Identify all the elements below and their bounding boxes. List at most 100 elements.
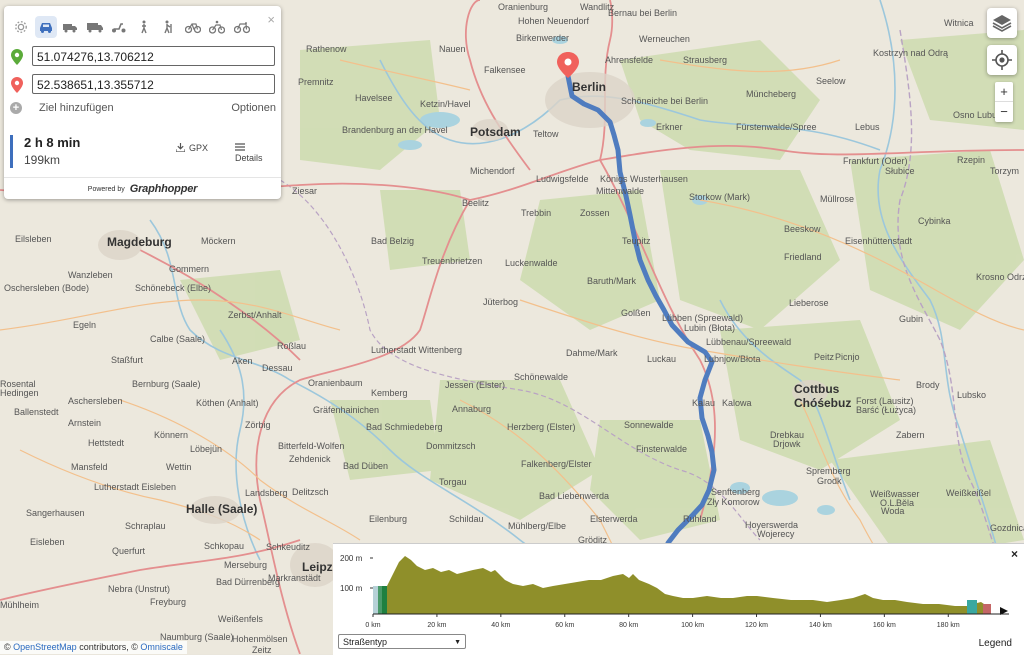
map-label: Cybinka: [918, 216, 951, 226]
x-tick-label: 180 km: [937, 622, 960, 629]
map-label: Lieberose: [789, 298, 829, 308]
map-label: Magdeburg: [107, 235, 172, 249]
map-label: Ruhland: [683, 514, 717, 524]
map-label: Premnitz: [298, 77, 334, 87]
map-label: Aken: [232, 356, 253, 366]
start-input[interactable]: 51.074276,13.706212: [32, 46, 275, 66]
locate-button[interactable]: [987, 45, 1017, 75]
map-label: Golßen: [621, 308, 651, 318]
map-label: Erkner: [656, 122, 683, 132]
x-tick-label: 80 km: [619, 622, 638, 629]
map-label: Dessau: [262, 363, 293, 373]
map-label: Oranienburg: [498, 2, 549, 12]
vehicle-scooter-button[interactable]: [108, 16, 131, 38]
map-label: Ahrensfelde: [605, 55, 654, 65]
mtb-icon: [209, 20, 226, 34]
vehicle-truck-button[interactable]: [84, 16, 107, 38]
map-label: Schraplau: [125, 521, 166, 531]
details-button[interactable]: Details: [235, 143, 276, 163]
zoom-out-button[interactable]: −: [995, 101, 1013, 121]
map-label: Weißkeißel: [946, 488, 991, 498]
map-label: Dahme/Mark: [566, 348, 618, 358]
map-label: Kemberg: [371, 388, 408, 398]
omniscale-link[interactable]: Omniscale: [140, 642, 183, 652]
map-label: Hettstedt: [88, 438, 125, 448]
hike-icon: [164, 20, 172, 34]
settings-button[interactable]: [10, 16, 33, 38]
caret-down-icon: ▼: [454, 639, 461, 646]
map-label: Zossen: [580, 208, 610, 218]
plus-icon[interactable]: +: [10, 102, 22, 114]
map-label: Witnica: [944, 18, 974, 28]
vehicle-mtb-button[interactable]: [206, 16, 229, 38]
vehicle-bike-button[interactable]: [182, 16, 205, 38]
y-tick-200: 200 m: [340, 554, 363, 563]
gpx-button[interactable]: GPX: [175, 143, 209, 153]
vehicle-selector: [10, 16, 255, 38]
map-label: Falkenberg/Elster: [521, 459, 592, 469]
route-summary[interactable]: 2 h 8 min 199km GPX Details: [10, 131, 276, 171]
map-label: Egeln: [73, 320, 97, 330]
map-label: Friedland: [784, 252, 822, 262]
elevation-panel: × 200 m 100 m 0 km 20 km 40 km 60 km 80 km 10…: [333, 543, 1024, 655]
map-label: Nauen: [439, 44, 466, 54]
elevation-chart[interactable]: 200 m 100 m 0 km 20 km 40 km 60 km 80 km 100 …: [333, 544, 1024, 634]
map-label: Bad Schmiedeberg: [366, 422, 443, 432]
vehicle-racingbike-button[interactable]: [231, 16, 254, 38]
map-label: Teltow: [533, 129, 559, 139]
map-label: Werneuchen: [639, 34, 690, 44]
y-tick-100: 100 m: [340, 584, 363, 593]
map-label: Eilenburg: [369, 514, 408, 524]
map-label: Markranstädt: [268, 573, 321, 583]
panel-close-icon[interactable]: ×: [267, 12, 275, 27]
vehicle-foot-button[interactable]: [133, 16, 156, 38]
map-label: Baruth/Mark: [587, 276, 637, 286]
map-label: Luckenwalde: [505, 258, 558, 268]
map-label: Delitzsch: [292, 487, 329, 497]
map-label: Havelsee: [355, 93, 393, 103]
map-label: Dommitzsch: [426, 441, 476, 451]
map-label: Herzberg (Elster): [507, 422, 576, 432]
map-label: Gräfenhainichen: [313, 405, 380, 415]
map-label: Peitz: [814, 352, 835, 362]
osm-link[interactable]: OpenStreetMap: [13, 642, 77, 652]
map-label: Drjowk: [773, 439, 801, 449]
map-label: Mühlheim: [0, 600, 40, 610]
map-label: Müncheberg: [746, 89, 797, 99]
map-label: Roßlau: [277, 341, 307, 351]
x-tick-label: 100 km: [681, 622, 704, 629]
map-label: Hohen Neuendorf: [518, 16, 590, 26]
map-label: Bernau bei Berlin: [608, 8, 678, 18]
map-label: Senftenberg: [711, 487, 761, 497]
map-label: Bernburg (Saale): [132, 379, 201, 389]
detail-select-value: Straßentyp: [343, 637, 388, 647]
legend-toggle[interactable]: Legend: [979, 638, 1012, 649]
map-label: Torzym: [990, 166, 1019, 176]
start-pin-icon: [11, 49, 23, 65]
map-label: Wandlitz: [580, 2, 615, 12]
map-label: Bad Düben: [343, 461, 389, 471]
map-label: Halle (Saale): [186, 502, 258, 516]
zoom-in-button[interactable]: +: [995, 82, 1013, 101]
add-destination-link[interactable]: Ziel hinzufügen: [39, 102, 114, 114]
map-label: Seelow: [816, 76, 846, 86]
map-label: Arnstein: [68, 418, 102, 428]
gpx-label: GPX: [189, 143, 209, 153]
map-label: Oranienbaum: [308, 378, 363, 388]
x-tick-label: 120 km: [745, 622, 768, 629]
map-label: Torgau: [439, 477, 467, 487]
map-label: Beelitz: [462, 198, 490, 208]
vehicle-small-truck-button[interactable]: [59, 16, 82, 38]
list-icon: [235, 143, 245, 151]
graphhopper-logo[interactable]: Graphhopper: [130, 183, 198, 195]
download-icon: [175, 143, 186, 153]
detail-select[interactable]: Straßentyp ▼: [338, 634, 466, 649]
end-input[interactable]: 52.538651,13.355712: [32, 74, 275, 94]
vehicle-hike-button[interactable]: [157, 16, 180, 38]
map-label: Mittenwalde: [596, 186, 645, 196]
options-link[interactable]: Optionen: [231, 102, 276, 114]
map-label: Falkensee: [484, 65, 526, 75]
map-label: Schönewalde: [514, 372, 569, 382]
vehicle-car-button[interactable]: [34, 16, 57, 38]
layers-button[interactable]: [987, 8, 1017, 38]
